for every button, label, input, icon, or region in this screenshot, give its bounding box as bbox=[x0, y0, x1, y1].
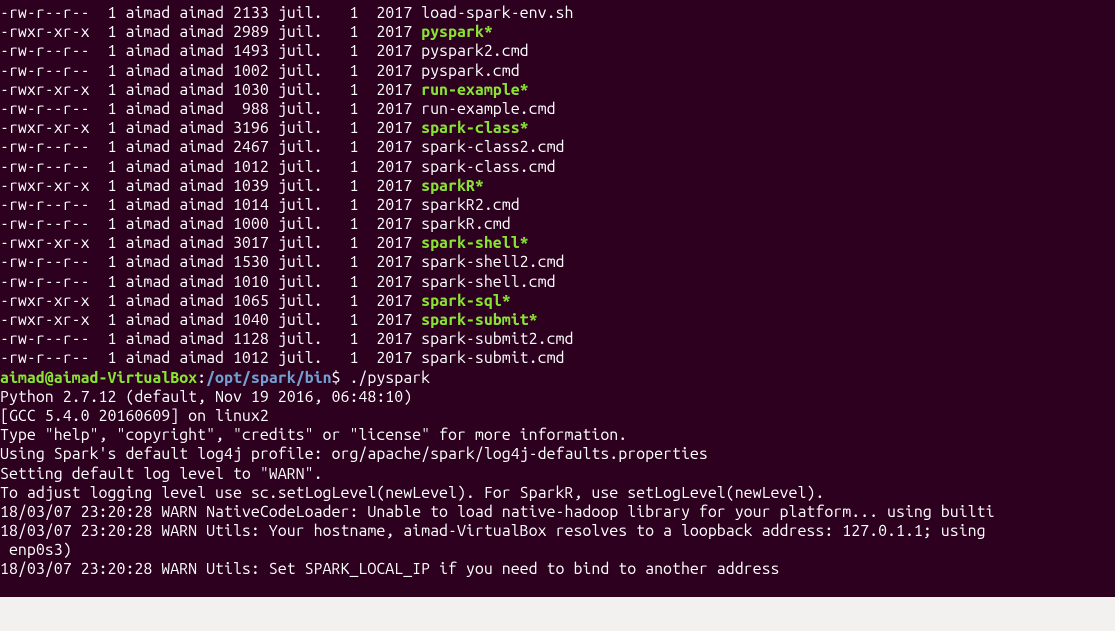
ls-row: -rw-r--r-- 1 aimad aimad 1002 juil. 1 20… bbox=[0, 62, 1115, 81]
ls-row: -rw-r--r-- 1 aimad aimad 1012 juil. 1 20… bbox=[0, 349, 1115, 368]
file-name: spark-class* bbox=[421, 119, 529, 137]
ls-row: -rw-r--r-- 1 aimad aimad 1128 juil. 1 20… bbox=[0, 330, 1115, 349]
file-name: pyspark2.cmd bbox=[421, 42, 529, 60]
output-line: Setting default log level to "WARN". bbox=[0, 465, 1115, 484]
file-name: spark-sql* bbox=[421, 292, 511, 310]
window-bottom-bar bbox=[0, 597, 1115, 631]
ls-row: -rwxr-xr-x 1 aimad aimad 3017 juil. 1 20… bbox=[0, 234, 1115, 253]
file-name: spark-submit* bbox=[421, 311, 537, 329]
output-line: 18/03/07 23:20:28 WARN Utils: Your hostn… bbox=[0, 522, 1115, 541]
ls-row: -rwxr-xr-x 1 aimad aimad 1065 juil. 1 20… bbox=[0, 292, 1115, 311]
ls-row: -rw-r--r-- 1 aimad aimad 1000 juil. 1 20… bbox=[0, 215, 1115, 234]
ls-row: -rw-r--r-- 1 aimad aimad 1530 juil. 1 20… bbox=[0, 253, 1115, 272]
ls-row: -rw-r--r-- 1 aimad aimad 2133 juil. 1 20… bbox=[0, 4, 1115, 23]
prompt-sep: : bbox=[197, 369, 206, 387]
file-name: spark-class2.cmd bbox=[421, 138, 564, 156]
ls-row: -rwxr-xr-x 1 aimad aimad 3196 juil. 1 20… bbox=[0, 119, 1115, 138]
file-name: load-spark-env.sh bbox=[421, 4, 573, 22]
ls-row: -rw-r--r-- 1 aimad aimad 1493 juil. 1 20… bbox=[0, 42, 1115, 61]
output-line: 18/03/07 23:20:28 WARN Utils: Set SPARK_… bbox=[0, 560, 1115, 579]
ls-row: -rw-r--r-- 1 aimad aimad 2467 juil. 1 20… bbox=[0, 138, 1115, 157]
ls-row: -rw-r--r-- 1 aimad aimad 988 juil. 1 201… bbox=[0, 100, 1115, 119]
ls-row: -rw-r--r-- 1 aimad aimad 1012 juil. 1 20… bbox=[0, 158, 1115, 177]
file-name: spark-shell.cmd bbox=[421, 273, 555, 291]
file-name: spark-class.cmd bbox=[421, 158, 555, 176]
ls-row: -rwxr-xr-x 1 aimad aimad 1030 juil. 1 20… bbox=[0, 81, 1115, 100]
file-name: pyspark* bbox=[421, 23, 493, 41]
prompt-command: ./pyspark bbox=[349, 369, 430, 387]
output-line: Using Spark's default log4j profile: org… bbox=[0, 445, 1115, 464]
file-name: spark-submit2.cmd bbox=[421, 330, 573, 348]
output-line: To adjust logging level use sc.setLogLev… bbox=[0, 484, 1115, 503]
file-name: spark-submit.cmd bbox=[421, 349, 564, 367]
output-line: 18/03/07 23:20:28 WARN NativeCodeLoader:… bbox=[0, 503, 1115, 522]
ls-row: -rw-r--r-- 1 aimad aimad 1010 juil. 1 20… bbox=[0, 273, 1115, 292]
file-name: sparkR2.cmd bbox=[421, 196, 520, 214]
ls-row: -rwxr-xr-x 1 aimad aimad 2989 juil. 1 20… bbox=[0, 23, 1115, 42]
prompt-user: aimad@aimad-VirtualBox bbox=[0, 369, 197, 387]
output-line: [GCC 5.4.0 20160609] on linux2 bbox=[0, 407, 1115, 426]
prompt-dollar: $ bbox=[332, 369, 350, 387]
file-name: run-example* bbox=[421, 81, 529, 99]
prompt-line[interactable]: aimad@aimad-VirtualBox:/opt/spark/bin$ .… bbox=[0, 369, 1115, 388]
output-line: Type "help", "copyright", "credits" or "… bbox=[0, 426, 1115, 445]
ls-row: -rwxr-xr-x 1 aimad aimad 1040 juil. 1 20… bbox=[0, 311, 1115, 330]
file-name: spark-shell* bbox=[421, 234, 529, 252]
file-name: run-example.cmd bbox=[421, 100, 555, 118]
file-name: spark-shell2.cmd bbox=[421, 253, 564, 271]
file-name: pyspark.cmd bbox=[421, 62, 520, 80]
ls-row: -rw-r--r-- 1 aimad aimad 1014 juil. 1 20… bbox=[0, 196, 1115, 215]
file-name: sparkR.cmd bbox=[421, 215, 511, 233]
terminal-output[interactable]: -rw-r--r-- 1 aimad aimad 2133 juil. 1 20… bbox=[0, 4, 1115, 580]
ls-row: -rwxr-xr-x 1 aimad aimad 1039 juil. 1 20… bbox=[0, 177, 1115, 196]
prompt-path: /opt/spark/bin bbox=[206, 369, 331, 387]
output-line: enp0s3) bbox=[0, 541, 1115, 560]
file-name: sparkR* bbox=[421, 177, 484, 195]
output-line: Python 2.7.12 (default, Nov 19 2016, 06:… bbox=[0, 388, 1115, 407]
